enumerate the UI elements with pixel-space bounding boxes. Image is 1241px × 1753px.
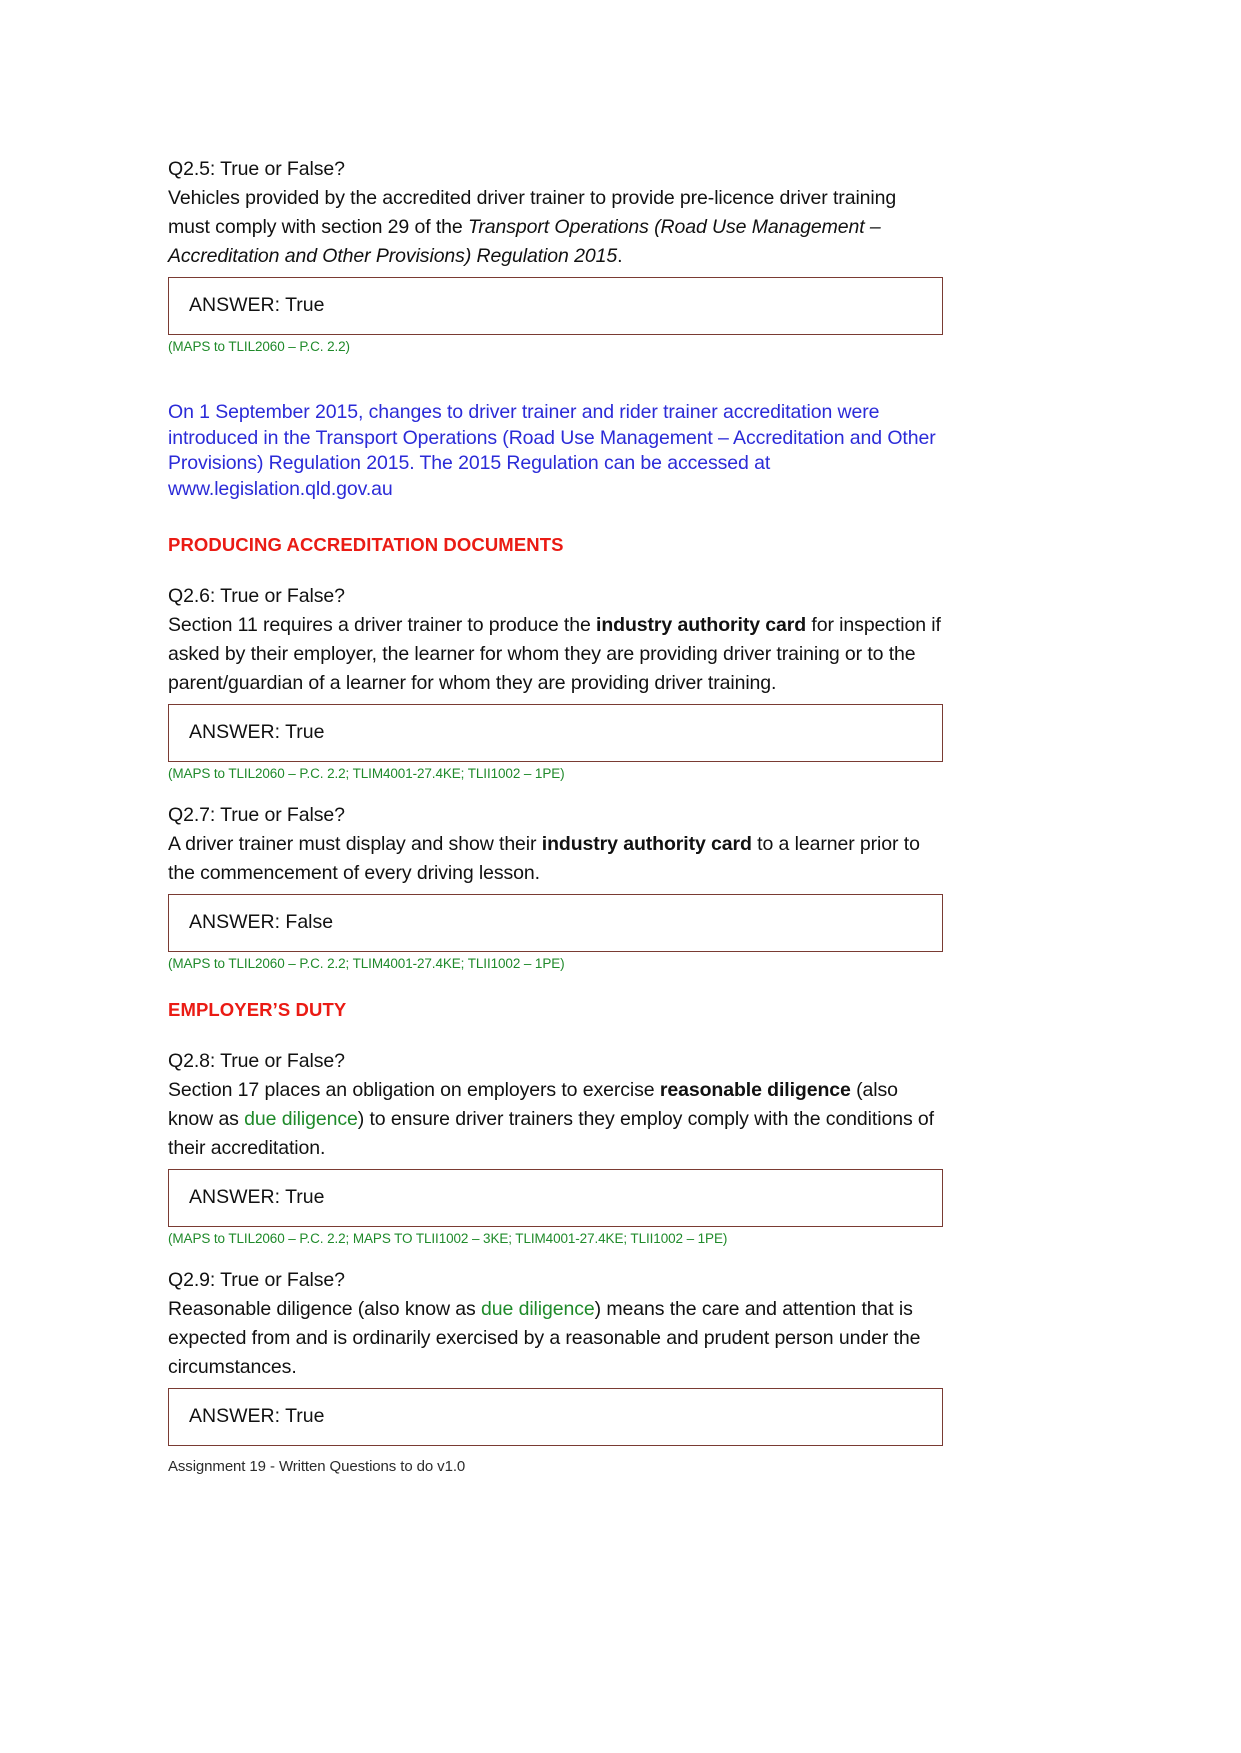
question-block-q2-6: Q2.6: True or False? Section 11 requires… — [168, 582, 943, 783]
citation-q2-5: (MAPS to TLIL2060 – P.C. 2.2) — [168, 339, 350, 354]
document-page: Q2.5: True or False? Vehicles provided b… — [0, 0, 1241, 1753]
answer-text-q2-7: ANSWER: False — [189, 911, 334, 933]
question-block-q2-5: Q2.5: True or False? Vehicles provided b… — [168, 155, 943, 356]
page-footer: Assignment 19 - Written Questions to do … — [168, 1458, 466, 1475]
answer-box-q2-8[interactable]: ANSWER: True — [168, 1169, 943, 1227]
statement-text: A driver trainer must display and show t… — [168, 833, 542, 855]
citation-q2-8: (MAPS to TLIL2060 – P.C. 2.2; MAPS TO TL… — [168, 1231, 728, 1246]
answer-text-q2-8: ANSWER: True — [189, 1186, 325, 1208]
answer-text-q2-9: ANSWER: True — [189, 1405, 325, 1427]
statement-bold-term: reasonable diligence — [659, 1079, 851, 1101]
statement-green-term: due diligence — [481, 1298, 595, 1320]
answer-box-q2-6[interactable]: ANSWER: True — [168, 704, 943, 762]
question-prompt-q2-8: Q2.8: True or False? — [168, 1050, 345, 1072]
statement-text: Reasonable diligence (also know as — [168, 1298, 482, 1320]
citation-q2-6: (MAPS to TLIL2060 – P.C. 2.2; TLIM4001-2… — [168, 766, 565, 781]
section-heading-employers-duty: EMPLOYER’S DUTY — [168, 999, 347, 1020]
answer-text-q2-5: ANSWER: True — [189, 294, 325, 316]
statement-text: Section 17 places an obligation on emplo… — [168, 1079, 660, 1101]
citation-q2-7: (MAPS to TLIL2060 – P.C. 2.2; TLIM4001-2… — [168, 956, 565, 971]
statement-bold-term: industry authority card — [596, 614, 807, 636]
statement-green-term: due diligence — [244, 1108, 358, 1130]
question-statement-q2-6: Section 11 requires a driver trainer to … — [168, 611, 943, 698]
question-block-q2-7: Q2.7: True or False? A driver trainer mu… — [168, 801, 943, 973]
info-note-url[interactable]: www.legislation.qld.gov.au — [168, 477, 943, 503]
question-prompt-q2-9: Q2.9: True or False? — [168, 1269, 345, 1291]
info-note-line-2: introduced in the Transport Operations (… — [168, 426, 936, 449]
question-block-q2-8: Q2.8: True or False? Section 17 places a… — [168, 1047, 943, 1248]
answer-box-q2-9[interactable]: ANSWER: True — [168, 1388, 943, 1446]
answer-text-q2-6: ANSWER: True — [189, 721, 325, 743]
info-note-line-3: Provisions) Regulation 2015. The 2015 Re… — [168, 452, 771, 474]
question-block-q2-9: Q2.9: True or False? Reasonable diligenc… — [168, 1266, 943, 1446]
question-statement-q2-8: Section 17 places an obligation on emplo… — [168, 1076, 943, 1163]
section-heading-producing-accreditation-documents: PRODUCING ACCREDITATION DOCUMENTS — [168, 534, 564, 555]
answer-box-q2-7[interactable]: ANSWER: False — [168, 894, 943, 952]
statement-text-tail: . — [617, 245, 623, 267]
info-note: On 1 September 2015, changes to driver t… — [168, 400, 943, 502]
question-prompt-q2-6: Q2.6: True or False? — [168, 585, 345, 607]
question-prompt-q2-5: Q2.5: True or False? — [168, 158, 345, 180]
page-content: Q2.5: True or False? Vehicles provided b… — [168, 155, 943, 1446]
question-statement-q2-7: A driver trainer must display and show t… — [168, 830, 943, 888]
question-statement-q2-9: Reasonable diligence (also know as due d… — [168, 1295, 943, 1382]
answer-box-q2-5[interactable]: ANSWER: True — [168, 277, 943, 335]
question-prompt-q2-7: Q2.7: True or False? — [168, 804, 345, 826]
statement-bold-term: industry authority card — [541, 833, 752, 855]
info-note-line-1: On 1 September 2015, changes to driver t… — [168, 401, 880, 423]
statement-text: Section 11 requires a driver trainer to … — [168, 614, 597, 636]
question-statement-q2-5: Vehicles provided by the accredited driv… — [168, 184, 943, 271]
